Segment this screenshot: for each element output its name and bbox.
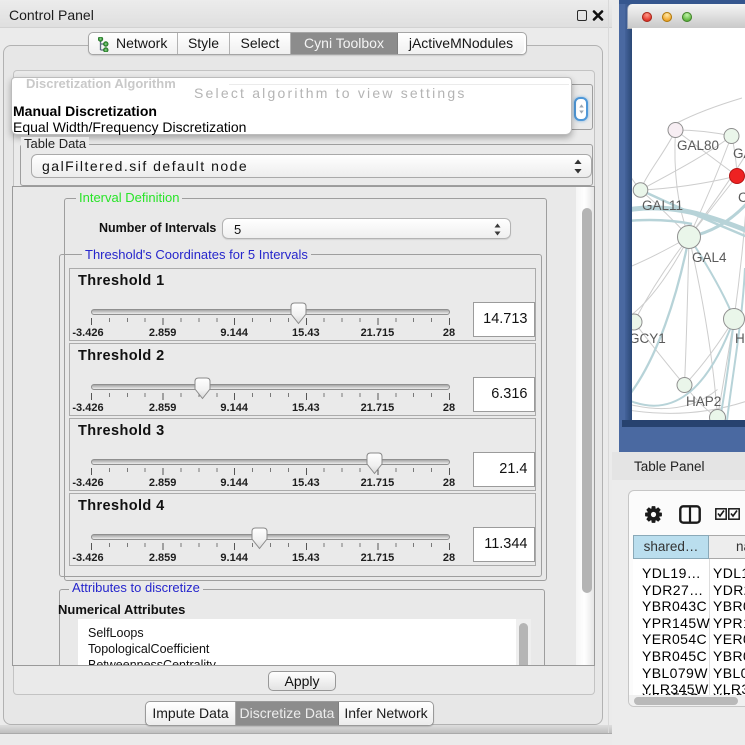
svg-text:GA: GA xyxy=(733,146,745,161)
svg-text:GCY1: GCY1 xyxy=(632,331,666,346)
svg-text:GAL11: GAL11 xyxy=(642,198,683,213)
svg-text:H: H xyxy=(735,331,745,346)
svg-text:HAP2: HAP2 xyxy=(686,394,721,409)
svg-text:GAL4: GAL4 xyxy=(692,250,727,265)
svg-text:GAL80: GAL80 xyxy=(677,138,719,153)
svg-text:C: C xyxy=(738,190,745,205)
